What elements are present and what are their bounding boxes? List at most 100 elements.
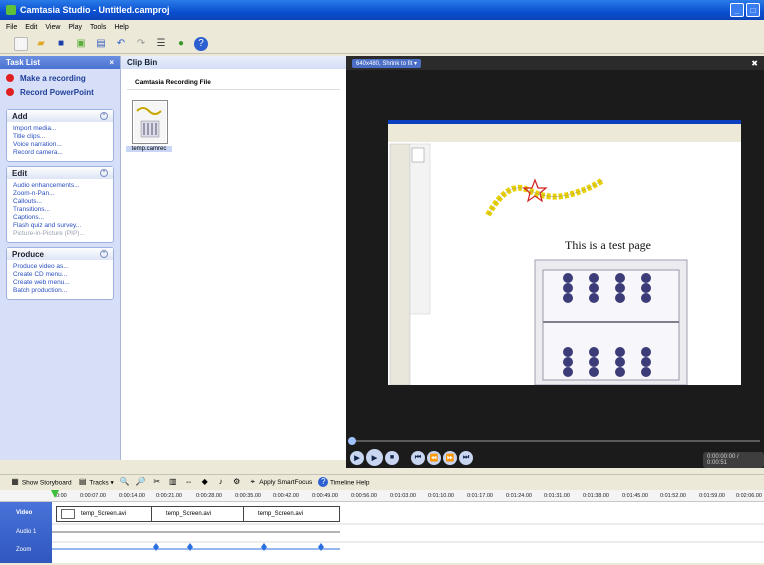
- record-options-icon[interactable]: ●: [174, 37, 188, 51]
- preview-page-text: This is a test page: [565, 238, 651, 252]
- new-project-icon[interactable]: ▯: [14, 36, 28, 51]
- cut-icon[interactable]: ✂: [152, 477, 162, 487]
- zoom-n-pan-link[interactable]: Zoom-n-Pan...: [13, 190, 107, 198]
- play-pause-icon[interactable]: ▶: [366, 449, 383, 466]
- transitions-link[interactable]: Transitions...: [13, 206, 107, 214]
- record-camera-link[interactable]: Record camera...: [13, 149, 107, 157]
- captions-link[interactable]: Captions...: [13, 214, 107, 222]
- edit-section-header[interactable]: Edit ⌃: [7, 167, 113, 179]
- ruler-tick: 0:01:59.00: [699, 493, 725, 499]
- import-media-link[interactable]: Import media...: [13, 125, 107, 133]
- clip-thumbnail-label: temp.camrec: [126, 146, 172, 152]
- storyboard-icon: ▦: [11, 477, 19, 486]
- video-clip[interactable]: temp_Screen.avi: [152, 506, 244, 522]
- tracks-dropdown[interactable]: ▤ Tracks ▾: [78, 477, 114, 487]
- video-clip[interactable]: temp_Screen.avi: [244, 506, 340, 522]
- callouts-link[interactable]: Callouts...: [13, 198, 107, 206]
- open-project-icon[interactable]: ▰: [34, 37, 48, 51]
- task-list-close-icon[interactable]: ×: [109, 58, 114, 67]
- stop-icon[interactable]: ■: [385, 450, 399, 465]
- show-storyboard-button[interactable]: ▦ Show Storyboard: [10, 477, 71, 487]
- menu-play[interactable]: Play: [68, 24, 82, 31]
- menu-edit[interactable]: Edit: [25, 24, 37, 31]
- batch-production-link[interactable]: Batch production...: [13, 287, 107, 295]
- zoom-in-icon[interactable]: 🔍: [120, 477, 130, 487]
- edit-section-title: Edit: [12, 168, 28, 178]
- seek-track: [350, 440, 760, 442]
- audio-icon[interactable]: ♪: [216, 477, 226, 487]
- apply-smartfocus-button[interactable]: ⌖ Apply SmartFocus: [248, 477, 312, 487]
- audio-track-label: Audio 1: [16, 529, 37, 535]
- ruler-tick: 0:00:21.00: [156, 493, 182, 499]
- menu-file[interactable]: File: [6, 24, 17, 31]
- seek-knob[interactable]: [348, 437, 356, 445]
- track-labels: Video Audio 1 Zoom: [0, 502, 52, 563]
- preview-timecode: 0:00:00:00 / 0:00:51: [703, 452, 764, 468]
- rewind-icon[interactable]: ⏪: [427, 450, 441, 465]
- record-powerpoint-link[interactable]: Record PowerPoint: [0, 85, 120, 99]
- title-clips-link[interactable]: Title clips...: [13, 133, 107, 141]
- collapse-chevron-icon[interactable]: ⌃: [100, 250, 108, 258]
- add-section-header[interactable]: Add ⌃: [7, 110, 113, 122]
- ruler-tick: 0:01:17.00: [467, 493, 493, 499]
- produce-icon[interactable]: ▤: [94, 37, 108, 51]
- create-cd-menu-link[interactable]: Create CD menu...: [13, 271, 107, 279]
- timeline-help-label: Timeline Help: [330, 479, 370, 486]
- maximize-button[interactable]: □: [746, 3, 760, 17]
- save-icon[interactable]: ■: [54, 37, 68, 51]
- ruler-tick: 0:01:52.00: [660, 493, 686, 499]
- preview-close-icon[interactable]: ✖: [751, 59, 758, 68]
- preview-seek-bar[interactable]: [346, 437, 764, 445]
- ruler-tick: 0:01:03.00: [390, 493, 416, 499]
- redo-icon[interactable]: ↷: [134, 37, 148, 51]
- help-icon[interactable]: ?: [194, 36, 208, 51]
- powerpoint-record-icon: [6, 88, 14, 96]
- ruler-tick: 0:01:45.00: [622, 493, 648, 499]
- flash-quiz-link[interactable]: Flash quiz and survey...: [13, 222, 107, 230]
- menu-tools[interactable]: Tools: [90, 24, 106, 31]
- zoom-out-icon[interactable]: 🔎: [136, 477, 146, 487]
- preview-size-dropdown[interactable]: 640x480, Shrink to fit ▾: [352, 58, 422, 68]
- video-clip-label: temp_Screen.avi: [258, 511, 304, 517]
- ruler-tick: 0:00:07.00: [80, 493, 106, 499]
- play-icon[interactable]: ▶: [350, 450, 364, 465]
- clip-thumbnail[interactable]: [132, 100, 168, 144]
- produce-video-link[interactable]: Produce video as...: [13, 263, 107, 271]
- task-list-icon[interactable]: ☰: [154, 37, 168, 51]
- fast-forward-icon[interactable]: ⏩: [443, 450, 457, 465]
- make-recording-link[interactable]: Make a recording: [0, 71, 120, 85]
- ruler-tick: 0:00:42.00: [273, 493, 299, 499]
- preview-header: 640x480, Shrink to fit ▾ ✖: [346, 56, 764, 70]
- video-clip-label: temp_Screen.avi: [166, 511, 212, 517]
- minimize-button[interactable]: _: [730, 3, 744, 17]
- go-to-start-icon[interactable]: ⏮: [411, 450, 425, 465]
- ruler-tick: 0:00:56.00: [351, 493, 377, 499]
- menu-help[interactable]: Help: [114, 24, 128, 31]
- record-icon: [6, 74, 14, 82]
- extend-frame-icon[interactable]: ⇔: [184, 477, 194, 487]
- collapse-chevron-icon[interactable]: ⌃: [100, 112, 108, 120]
- audio-enhancements-link[interactable]: Audio enhancements...: [13, 182, 107, 190]
- produce-section-header[interactable]: Produce ⌃: [7, 248, 113, 260]
- go-to-end-icon[interactable]: ⏭: [459, 450, 473, 465]
- import-media-icon[interactable]: ▣: [74, 37, 88, 51]
- create-web-menu-link[interactable]: Create web menu...: [13, 279, 107, 287]
- settings-icon[interactable]: ⚙: [232, 477, 242, 487]
- ruler-tick: 0:00: [56, 493, 67, 499]
- ruler-tick: 0:00:35.00: [235, 493, 261, 499]
- split-icon[interactable]: ▥: [168, 477, 178, 487]
- playback-controls: ▶ ▶ ■ ⏮ ⏪ ⏩ ⏭: [350, 449, 473, 466]
- timeline-help-button[interactable]: ? Timeline Help: [318, 476, 370, 487]
- marker-icon[interactable]: ◆: [200, 477, 210, 487]
- undo-icon[interactable]: ↶: [114, 37, 128, 51]
- recording-thumbnail-image: [134, 102, 166, 142]
- collapse-chevron-icon[interactable]: ⌃: [100, 169, 108, 177]
- voice-narration-link[interactable]: Voice narration...: [13, 141, 107, 149]
- clip-bin-title: Clip Bin: [121, 56, 346, 69]
- menu-bar: File Edit View Play Tools Help: [0, 20, 764, 34]
- ruler-tick: 0:02:06.00: [736, 493, 762, 499]
- clip-thumb-icon: [61, 509, 75, 519]
- timeline-ruler[interactable]: 0:00 0:00:07.00 0:00:14.00 0:00:21.00 0:…: [0, 490, 764, 502]
- video-clip[interactable]: temp_Screen.avi: [56, 506, 152, 522]
- menu-view[interactable]: View: [45, 24, 60, 31]
